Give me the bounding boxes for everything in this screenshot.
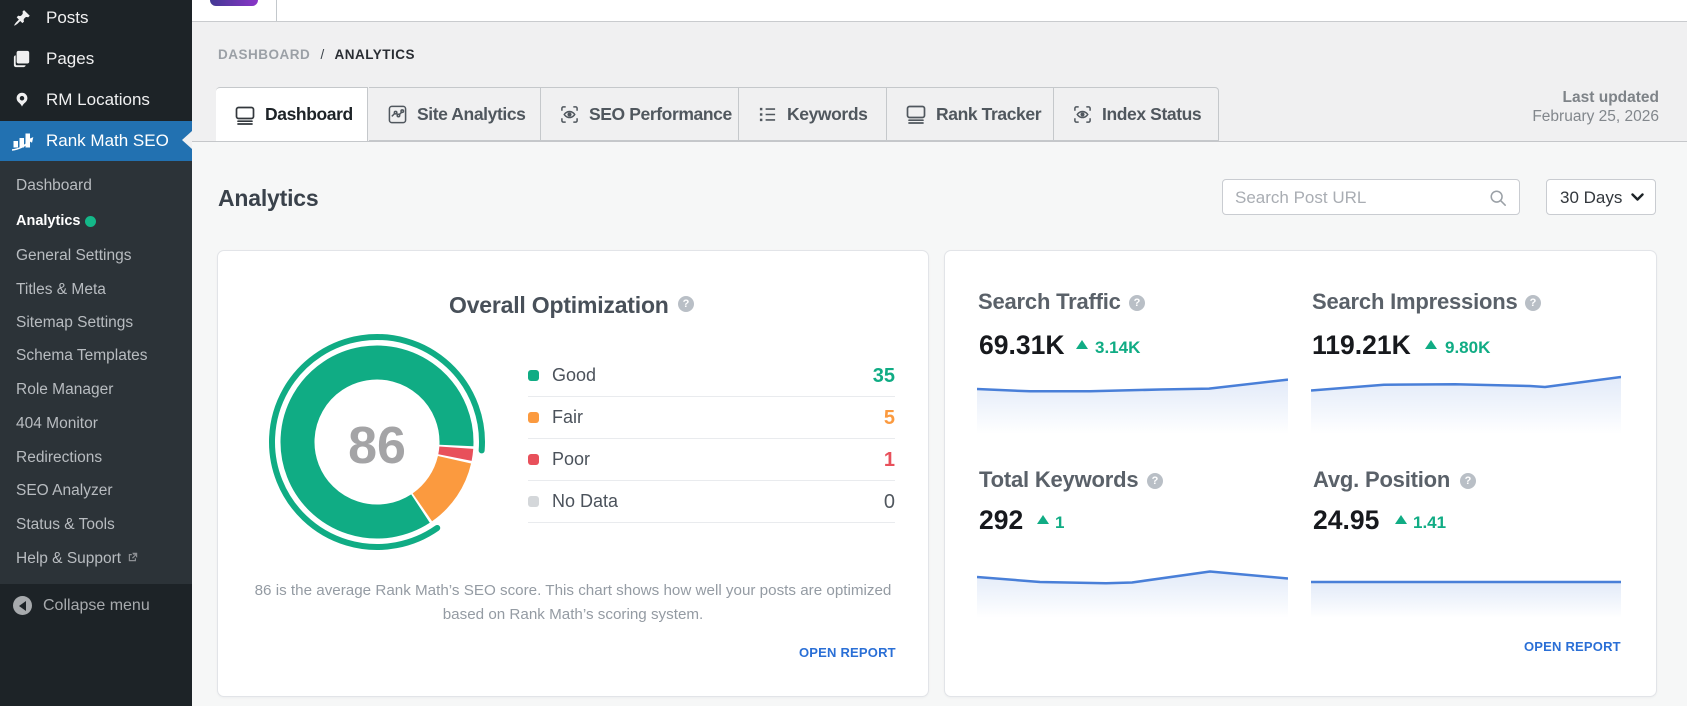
svg-text:86: 86 (348, 417, 406, 475)
